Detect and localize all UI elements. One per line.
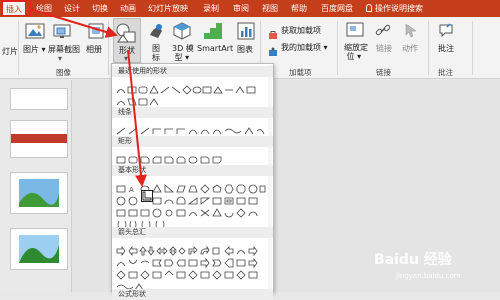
rectangle-shapes-icons[interactable] — [116, 155, 226, 165]
slide-thumbnail[interactable] — [10, 88, 68, 110]
gallery-scrollbar[interactable] — [268, 65, 272, 290]
block-arrows-row-3 — [116, 265, 266, 280]
section-equation-shapes: 公式形状 — [112, 289, 273, 300]
action-button[interactable]: 动作 — [402, 43, 418, 54]
album-button[interactable]: 相册 — [86, 44, 102, 55]
group-addins-label: 加载项 — [289, 68, 312, 77]
recent-shapes-row-1 — [116, 80, 266, 95]
tab-help[interactable]: 帮助 — [288, 1, 310, 16]
watermark-logo: Baidu 经验 — [374, 252, 452, 268]
screenshot-icon[interactable] — [52, 21, 72, 45]
comment-icon[interactable] — [438, 22, 454, 42]
tab-review[interactable]: 审阅 — [230, 1, 252, 16]
watermark-url: jingyan.baidu.com — [396, 272, 461, 280]
shapes-button[interactable]: 形状 ▾ — [113, 18, 141, 63]
picture-button[interactable]: 图片 ▾ — [23, 44, 46, 55]
tab-draw[interactable]: 绘图 — [33, 1, 55, 16]
lines-row — [116, 121, 266, 135]
group-links-label: 链接 — [376, 68, 391, 77]
slide-image — [11, 229, 67, 269]
link-button[interactable]: 链接 — [376, 43, 392, 54]
tab-baidu-netdisk[interactable]: 百度网盘 — [318, 1, 356, 16]
section-recent-shapes: 最近使用的形状 — [112, 66, 273, 77]
slide-thumbnail[interactable] — [10, 172, 68, 214]
basic-shapes-row-1: A — [116, 179, 266, 194]
comment-button[interactable]: 批注 — [438, 43, 454, 54]
section-rectangles: 矩形 — [112, 136, 273, 147]
recent-shapes-icons[interactable] — [116, 97, 176, 107]
action-icon[interactable] — [403, 22, 419, 42]
rectangles-row — [116, 150, 226, 164]
icons-icon[interactable] — [146, 21, 166, 45]
icons-button[interactable]: 图标 — [152, 44, 160, 62]
section-basic-shapes: 基本形状 — [112, 165, 273, 176]
group-comments-label: 批注 — [438, 68, 453, 77]
screenshot-button[interactable]: 屏幕截图 — [48, 44, 80, 55]
basic-shapes-row-2 — [116, 191, 266, 206]
section-block-arrows: 箭头总汇 — [112, 227, 273, 238]
my-addins-icon — [268, 42, 278, 61]
basic-shapes-row-4 — [116, 215, 216, 230]
zoom-icon[interactable] — [346, 21, 364, 43]
shape-half-frame-selected[interactable] — [141, 190, 153, 202]
block-arrows-row-4 — [116, 277, 146, 291]
lightbulb-icon — [366, 4, 372, 12]
picture-icon[interactable] — [25, 21, 45, 45]
tab-record[interactable]: 录制 — [200, 1, 222, 16]
tab-view[interactable]: 视图 — [259, 1, 281, 16]
album-icon[interactable] — [86, 21, 106, 45]
slide-thumbnail[interactable] — [10, 228, 68, 270]
3d-model-icon[interactable] — [172, 21, 192, 45]
get-addins-button[interactable]: 获取加载项 — [281, 25, 321, 36]
slide-image — [11, 173, 67, 213]
block-arrows-row-1 — [116, 241, 266, 257]
chart-button[interactable]: 图表 — [237, 44, 253, 55]
line-shapes-icons[interactable] — [116, 126, 266, 136]
link-icon[interactable] — [375, 22, 391, 42]
shapes-icon — [116, 23, 136, 43]
my-addins-button[interactable]: 我的加载项 ▾ — [281, 42, 328, 53]
tab-design[interactable]: 设计 — [61, 1, 83, 16]
group-images-label: 图像 — [56, 68, 71, 77]
recent-shapes-row-2 — [116, 92, 176, 106]
tab-slideshow[interactable]: 幻灯片放映 — [145, 1, 191, 16]
section-lines: 线条 — [112, 107, 273, 118]
slide-title-bar — [11, 134, 67, 143]
tell-me-search[interactable]: 操作说明搜索 — [366, 1, 423, 16]
shapes-gallery-dropdown: 最近使用的形状 线条 矩形 基本形状 A 箭头总汇 公式形状 — [111, 63, 274, 300]
smartart-button[interactable]: SmartArt — [197, 44, 233, 53]
smartart-icon[interactable] — [203, 21, 223, 45]
zoom-button[interactable]: 缩放定 位 ▾ — [344, 43, 368, 61]
tab-animations[interactable]: 动画 — [117, 1, 139, 16]
chart-icon[interactable] — [236, 21, 256, 45]
tab-transitions[interactable]: 切换 — [89, 1, 111, 16]
slide-thumbnail-panel[interactable] — [0, 80, 72, 292]
3d-model-button[interactable]: 3D 模 型 ▾ — [172, 44, 194, 62]
block-arrows-row-2 — [116, 253, 266, 269]
ribbon-tab-bar: 插入 绘图 设计 切换 动画 幻灯片放映 录制 审阅 视图 帮助 百度网盘 操作… — [0, 0, 500, 17]
basic-shapes-row-3 — [116, 203, 266, 218]
slide-thumbnail[interactable] — [10, 120, 68, 158]
highlight-insert-tab — [1, 0, 31, 16]
new-slide-label[interactable]: 灯片 — [2, 46, 18, 57]
